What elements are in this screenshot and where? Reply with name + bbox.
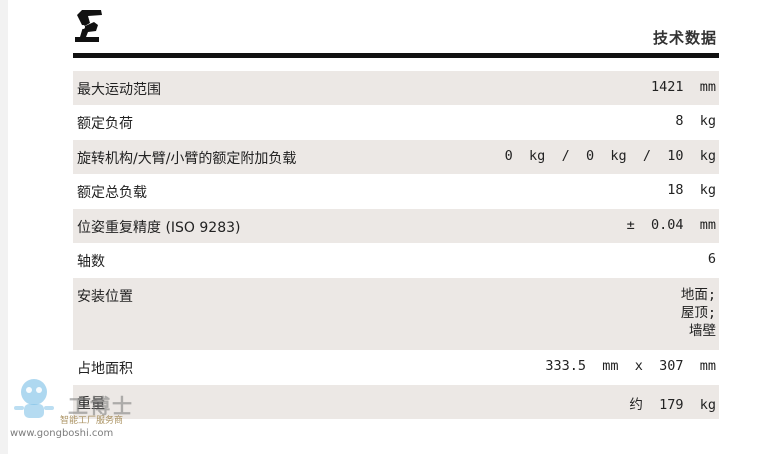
spec-value: 333.5 mm x 307 mm [545,358,716,374]
spec-row-rated-payload: 额定负荷 8 kg [73,105,719,140]
spec-row-weight: 重量 约 179 kg [73,385,719,419]
spec-value: ± 0.04 mm [626,217,716,233]
left-edge-strip [0,0,8,454]
spec-table: 最大运动范围 1421 mm 额定负荷 8 kg 旋转机构/大臂/小臂的额定附加… [73,71,719,419]
spec-row-max-reach: 最大运动范围 1421 mm [73,71,719,105]
spec-label: 额定负荷 [77,116,133,132]
spec-value: 6 [707,251,716,267]
mounting-wall: 墙壁 [689,323,716,339]
spec-label: 旋转机构/大臂/小臂的额定附加负载 [77,151,297,167]
spec-row-total-payload: 额定总负载 18 kg [73,174,719,209]
spec-label: 额定总负载 [77,185,147,201]
spec-label: 最大运动范围 [77,82,161,98]
spec-value: 1421 mm [650,79,716,95]
spec-value: 0 kg / 0 kg / 10 kg [504,148,716,164]
spec-label: 安装位置 [77,289,133,305]
spec-label: 轴数 [77,254,105,270]
mascot-icon [14,379,54,418]
spec-label: 位姿重复精度 (ISO 9283) [77,220,241,236]
spec-value: 8 kg [675,113,716,129]
spec-row-axes: 轴数 6 [73,243,719,278]
spec-row-footprint: 占地面积 333.5 mm x 307 mm [73,350,719,385]
spec-row-repeatability: 位姿重复精度 (ISO 9283) ± 0.04 mm [73,209,719,243]
spec-value: 18 kg [667,182,716,198]
watermark-tagline: 智能工厂服务商 [60,416,124,426]
spec-value: 约 179 kg [629,397,716,413]
spec-row-mounting: 安装位置 地面; 屋顶; 墙壁 [73,278,719,350]
robot-arm-icon [75,10,102,42]
section-title: 技术数据 [652,29,717,47]
watermark-url: www.gongboshi.com [10,428,114,439]
watermark: 工博士 智能工厂服务商 www.gongboshi.com [8,370,158,445]
spec-row-additional-payload: 旋转机构/大臂/小臂的额定附加负载 0 kg / 0 kg / 10 kg [73,140,719,174]
mounting-floor: 地面; [680,287,716,303]
title-rule [73,53,719,58]
mounting-ceiling: 屋顶; [680,305,716,321]
spec-value: 地面; 屋顶; 墙壁 [681,286,716,340]
